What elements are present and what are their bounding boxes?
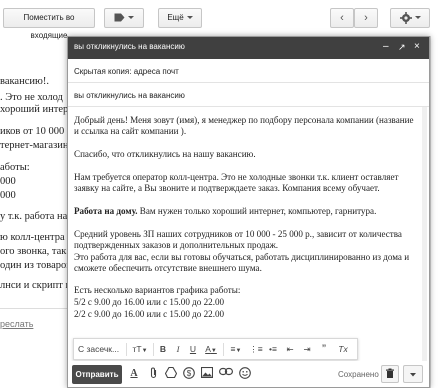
body-paragraph: Работа на дому. Вам нужен только хороший… xyxy=(74,206,420,217)
close-icon[interactable]: × xyxy=(414,40,420,54)
bcc-row[interactable]: Скрытая копия: адреса почт xyxy=(68,59,429,83)
discard-button[interactable] xyxy=(381,365,399,383)
chevron-right-icon: › xyxy=(364,12,368,24)
bg-line: тернет-магазин xyxy=(0,140,69,151)
italic-button[interactable]: I xyxy=(172,343,184,356)
attach-icon[interactable] xyxy=(146,367,160,384)
chevron-down-icon xyxy=(128,16,134,20)
body-paragraph: Спасибо, что откликнулись на нашу ваканс… xyxy=(74,149,256,159)
send-button[interactable]: Отправить xyxy=(72,365,122,384)
body-paragraph: Есть несколько вариантов графика работы: xyxy=(74,285,241,295)
message-body[interactable]: Добрый день! Меня зовут (имя), я менедже… xyxy=(74,115,420,373)
body-paragraph: Средний уровень ЗП наших сотрудников от … xyxy=(74,229,402,251)
subject-row[interactable]: вы откликнулись на вакансию xyxy=(68,83,429,107)
prev-button[interactable]: ‹ xyxy=(330,8,354,28)
body-paragraph: Это работа для вас, если вы готовы обуча… xyxy=(74,252,410,274)
compose-title: вы откликнулись на вакансию xyxy=(74,42,185,51)
formatting-options-icon[interactable]: A xyxy=(128,367,140,381)
indent-less-icon[interactable]: ⇤ xyxy=(283,343,297,356)
chevron-down-icon xyxy=(414,16,421,20)
bg-line: хороший интерне xyxy=(0,104,70,115)
chevron-down-icon: ▼ xyxy=(210,348,217,354)
expand-icon[interactable]: ↗ xyxy=(398,40,406,54)
chevron-down-icon: ▼ xyxy=(141,348,148,354)
saved-status: Сохранено xyxy=(338,370,379,379)
body-bold: Работа на дому. xyxy=(74,206,138,216)
right-divider xyxy=(430,36,431,388)
bg-line: ю колл-центра д xyxy=(0,232,70,243)
bg-line: ого звонка, так xyxy=(0,246,67,257)
more-options-button[interactable] xyxy=(403,365,423,383)
formatting-toolbar: С засечк... ▼ тТ▼ B I U A▼ ≡▼ ⋮≡ •≡ ⇤ ⇥ … xyxy=(73,338,358,367)
compose-header: вы откликнулись на вакансию – ↗ × xyxy=(68,37,429,59)
chevron-down-icon xyxy=(410,373,416,377)
divider xyxy=(153,343,154,356)
labels-button[interactable] xyxy=(104,8,144,28)
tag-icon xyxy=(114,13,125,22)
emoji-icon[interactable] xyxy=(238,367,252,384)
bg-line: 000 xyxy=(0,176,16,187)
trash-icon xyxy=(386,368,394,378)
body-paragraph: Нам требуется оператор колл-центра. Это … xyxy=(74,172,399,194)
gear-icon xyxy=(399,11,412,24)
top-toolbar: Поместить во входящие Ещё ‹ › xyxy=(0,0,444,40)
background-message: вакансию!. . Это не холод хороший интерн… xyxy=(0,36,70,388)
align-icon[interactable]: ≡▼ xyxy=(227,343,245,358)
dollar-icon[interactable]: $ xyxy=(182,367,196,384)
compose-action-bar: Отправить A $ Сохранено xyxy=(68,361,429,387)
drive-icon[interactable] xyxy=(164,366,178,383)
body-paragraph: Добрый день! Меня зовут (имя), я менедже… xyxy=(74,115,414,137)
numbered-list-icon[interactable]: ⋮≡ xyxy=(249,343,263,356)
svg-text:$: $ xyxy=(187,369,192,378)
divider xyxy=(0,308,70,309)
body-text: Вам нужен только хороший интернет, компь… xyxy=(137,206,377,216)
chevron-down-icon xyxy=(186,16,193,20)
bcc-label-text: Скрытая копия: xyxy=(74,67,132,76)
bg-line: 000 xyxy=(0,190,16,201)
font-size-label: тТ xyxy=(132,344,142,354)
bg-line: у т.к. работа на д xyxy=(0,211,70,222)
body-paragraph: 2/2 с 9.00 до 16.00 или с 15.00 до 22.00 xyxy=(74,309,225,319)
divider xyxy=(223,343,224,356)
settings-button[interactable] xyxy=(390,8,430,28)
minimize-icon[interactable]: – xyxy=(383,40,389,54)
scrollbar[interactable] xyxy=(422,107,427,377)
bold-button[interactable]: B xyxy=(157,343,169,356)
next-button[interactable]: › xyxy=(354,8,378,28)
bulleted-list-icon[interactable]: •≡ xyxy=(266,343,280,356)
link-icon[interactable] xyxy=(218,367,234,381)
remove-formatting-button[interactable]: Tx xyxy=(334,343,352,356)
bcc-label: Скрытая копия: адреса почт xyxy=(74,67,179,76)
bg-line: иков от 10 000 - 2 xyxy=(0,126,70,137)
more-button[interactable]: Ещё xyxy=(158,8,202,28)
divider xyxy=(126,343,127,356)
bg-line: лнси и скрипт в xyxy=(0,280,70,291)
text-color-button[interactable]: A▼ xyxy=(202,343,220,358)
bcc-value: адреса почт xyxy=(133,67,179,76)
more-label: Ещё xyxy=(167,13,184,22)
bg-line: вакансию!. xyxy=(0,76,49,87)
chevron-left-icon: ‹ xyxy=(340,12,344,24)
quote-icon[interactable]: ” xyxy=(317,343,331,356)
underline-button[interactable]: U xyxy=(187,343,199,356)
move-to-inbox-button[interactable]: Поместить во входящие xyxy=(3,8,95,40)
forward-link[interactable]: реслать xyxy=(0,319,33,329)
compose-window: вы откликнулись на вакансию – ↗ × Скрыта… xyxy=(67,36,430,388)
body-paragraph: 5/2 с 9.00 до 16.00 или с 15.00 до 22.00 xyxy=(74,297,225,307)
font-size-select[interactable]: тТ▼ xyxy=(130,343,150,358)
subject-field[interactable]: вы откликнулись на вакансию xyxy=(74,91,185,100)
bg-line: один из товаров , xyxy=(0,260,70,271)
bg-line: . Это не холод xyxy=(0,92,63,103)
font-family-label: С засечк... xyxy=(78,344,120,354)
indent-more-icon[interactable]: ⇥ xyxy=(300,343,314,356)
photo-icon[interactable] xyxy=(200,366,214,383)
bg-line: аботы: xyxy=(0,162,30,173)
